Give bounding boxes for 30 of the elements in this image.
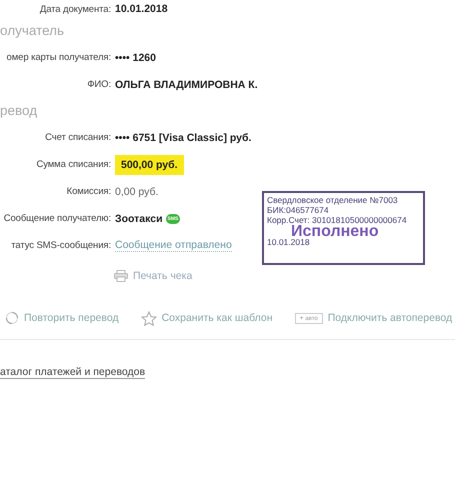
print-receipt-link[interactable]: Печать чека: [114, 270, 192, 282]
stamp-status: Исполнено: [291, 225, 379, 238]
field-value: Зоотакси: [115, 212, 163, 224]
field-value: •••• 6751 [Visa Classic] руб.: [115, 132, 252, 144]
field-label: Сообщение получателю:: [2, 213, 111, 224]
field-label: Дата документа:: [38, 4, 111, 14]
refresh-icon: [5, 311, 19, 325]
amount-value: 500,00 руб.: [115, 154, 184, 174]
stamp-date: 10.01.2018: [267, 238, 311, 247]
field-label: Счет списания:: [44, 132, 111, 143]
stamp-text: Свердловское отделение №7003: [267, 195, 399, 205]
field-label: татус SMS-сообщения:: [10, 240, 111, 251]
field-label: омер карты получателя:: [6, 52, 111, 63]
star-icon: [140, 310, 157, 326]
field-value: 10.01.2018: [115, 3, 168, 15]
sms-status-link[interactable]: Сообщение отправлено: [115, 239, 232, 252]
catalog-link[interactable]: аталог платежей и переводов: [0, 366, 146, 379]
field-label: Сумма списания:: [35, 159, 111, 170]
field-value: 0,00 руб.: [115, 186, 158, 198]
field-value: •••• 1260: [115, 52, 156, 64]
section-heading: олучатель: [0, 22, 66, 40]
repeat-transfer-link[interactable]: Повторить перевод: [5, 307, 119, 329]
field-value: ОЛЬГА ВЛАДИМИРОВНА К.: [115, 78, 258, 90]
stamp-text: Корр.Счет: 30101810500000000674: [267, 215, 408, 225]
field-label: Комиссия:: [66, 186, 111, 197]
stamp-text: БИК:046577674: [267, 205, 330, 215]
field-label: ФИО:: [86, 79, 111, 90]
section-heading: ревод: [0, 102, 38, 120]
printer-icon: [114, 270, 128, 282]
save-template-link[interactable]: Сохранить как шаблон: [140, 307, 273, 329]
